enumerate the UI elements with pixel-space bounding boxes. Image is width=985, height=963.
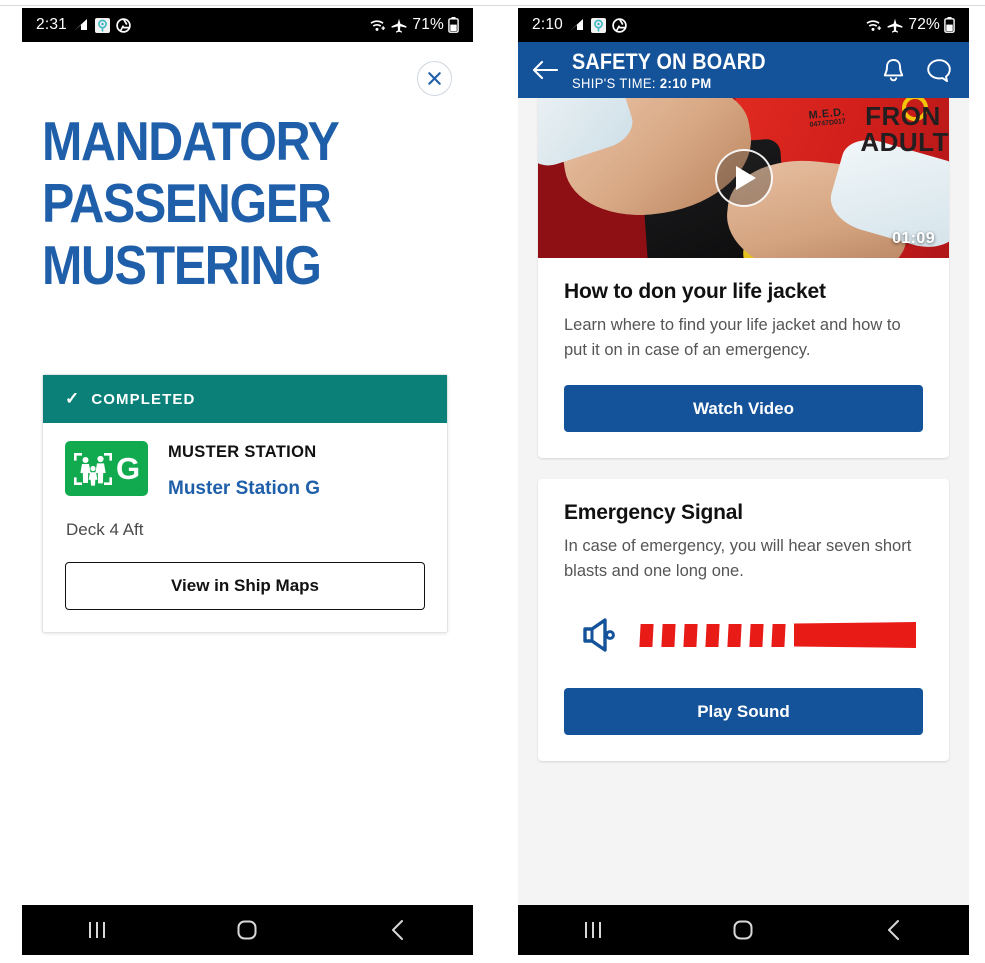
- emergency-signal-title: Emergency Signal: [564, 501, 743, 524]
- top-divider: [0, 5, 985, 6]
- home-button[interactable]: [715, 910, 771, 950]
- airplane-mode-icon: [391, 18, 407, 33]
- muster-station-name-link[interactable]: Muster Station G: [168, 478, 320, 500]
- horn-speaker-icon: [578, 616, 624, 654]
- left-android-nav-bar: [22, 905, 473, 955]
- location-icon: [590, 17, 606, 33]
- safety-on-board-screen: SAFETY ON BOARD SHIP'S TIME: 2:10 PM M.E…: [518, 42, 969, 905]
- status-badge-label: COMPLETED: [91, 390, 196, 408]
- video-duration: 01:09: [892, 230, 935, 247]
- short-blast: [683, 623, 698, 647]
- recents-button[interactable]: [69, 910, 125, 950]
- right-phone-screen: 2:10 72% SAFETY ON BOARD SHIP'S TIME: 2:…: [518, 8, 969, 955]
- right-status-bar: 2:10 72%: [518, 8, 969, 42]
- muster-station-letter: G: [115, 451, 141, 486]
- close-button[interactable]: [417, 61, 452, 96]
- status-time: 2:31: [36, 16, 67, 33]
- home-icon: [237, 920, 257, 940]
- play-sound-button[interactable]: Play Sound: [564, 688, 923, 735]
- ships-time-value: 2:10 PM: [659, 75, 712, 91]
- emergency-signal-description: In case of emergency, you will hear seve…: [564, 537, 912, 580]
- battery-percent: 72%: [908, 16, 940, 33]
- back-button[interactable]: [370, 910, 426, 950]
- emergency-signal-diagram: [564, 616, 923, 654]
- page-title-line-1: MANDATORY: [42, 110, 340, 172]
- muster-station-card: ✓ COMPLETED G MUSTER STATION Muster Stat…: [42, 374, 448, 633]
- status-time: 2:10: [532, 16, 563, 33]
- short-blast: [749, 623, 764, 647]
- aperture-icon: [116, 17, 131, 33]
- page-title-line-3: MUSTERING: [42, 234, 322, 296]
- back-icon: [887, 920, 899, 940]
- wifi-icon: [865, 18, 883, 32]
- short-blast: [771, 623, 786, 647]
- ships-time-label: SHIP'S TIME:: [572, 75, 656, 91]
- recents-icon: [89, 922, 106, 938]
- chat-bubble-icon[interactable]: [926, 57, 953, 84]
- deck-location-text: Deck 4 Aft: [66, 520, 144, 539]
- wifi-icon: [369, 18, 387, 32]
- video-card-description: Learn where to find your life jacket and…: [564, 316, 901, 359]
- app-header: SAFETY ON BOARD SHIP'S TIME: 2:10 PM: [518, 42, 969, 98]
- page-title: SAFETY ON BOARD: [572, 48, 766, 74]
- home-button[interactable]: [219, 910, 275, 950]
- emergency-signal-card: Emergency Signal In case of emergency, y…: [538, 479, 949, 761]
- long-blast: [794, 622, 916, 648]
- airplane-mode-icon: [887, 18, 903, 33]
- battery-icon: [944, 17, 955, 33]
- arrow-left-icon: [532, 60, 558, 80]
- jacket-adult-text: ADULT: [860, 126, 949, 157]
- short-blast: [639, 623, 654, 647]
- page-title: MANDATORY PASSENGER MUSTERING: [42, 110, 385, 296]
- video-thumbnail[interactable]: M.E.D. 04747D017 FRON ADULT 01:09: [538, 98, 949, 258]
- header-titles: SAFETY ON BOARD SHIP'S TIME: 2:10 PM: [568, 48, 881, 91]
- jacket-brand-text: M.E.D. 04747D017: [808, 105, 847, 129]
- signal-icon: [74, 18, 89, 32]
- short-blast: [705, 623, 720, 647]
- recents-button[interactable]: [565, 910, 621, 950]
- aperture-icon: [612, 17, 627, 33]
- battery-percent: 71%: [412, 16, 444, 33]
- header-back-button[interactable]: [532, 60, 568, 80]
- battery-icon: [448, 17, 459, 33]
- close-icon: [428, 72, 441, 85]
- left-phone-screen: 2:31 71% MANDATORY PASSENGER MUSTERING ✓…: [22, 8, 473, 955]
- video-card-title: How to don your life jacket: [564, 280, 826, 303]
- status-badge: ✓ COMPLETED: [43, 375, 447, 423]
- left-status-bar: 2:31 71%: [22, 8, 473, 42]
- play-icon: [736, 166, 756, 190]
- life-jacket-video-card: M.E.D. 04747D017 FRON ADULT 01:09 How to…: [538, 98, 949, 458]
- back-button[interactable]: [866, 910, 922, 950]
- location-icon: [94, 17, 110, 33]
- view-in-ship-maps-button[interactable]: View in Ship Maps: [65, 562, 425, 610]
- recents-icon: [585, 922, 602, 938]
- ships-time: SHIP'S TIME: 2:10 PM: [572, 76, 869, 91]
- page-title-line-2: PASSENGER: [42, 172, 332, 234]
- header-actions: [881, 57, 953, 84]
- play-button[interactable]: [714, 149, 773, 207]
- check-icon: ✓: [65, 389, 81, 408]
- watch-video-button[interactable]: Watch Video: [564, 385, 923, 432]
- short-blast: [661, 623, 676, 647]
- muster-station-badge: G: [65, 441, 148, 496]
- right-android-nav-bar: [518, 905, 969, 955]
- bell-icon[interactable]: [881, 57, 906, 84]
- signal-icon: [570, 18, 585, 32]
- blast-pattern: [639, 622, 916, 648]
- screenshot-canvas: 2:31 71% MANDATORY PASSENGER MUSTERING ✓…: [0, 0, 985, 963]
- back-icon: [391, 920, 403, 940]
- home-icon: [733, 920, 753, 940]
- mandatory-mustering-screen: MANDATORY PASSENGER MUSTERING ✓ COMPLETE…: [22, 42, 473, 905]
- muster-station-pictogram-icon: [73, 452, 112, 486]
- muster-station-label: MUSTER STATION: [168, 443, 317, 461]
- short-blast: [727, 623, 742, 647]
